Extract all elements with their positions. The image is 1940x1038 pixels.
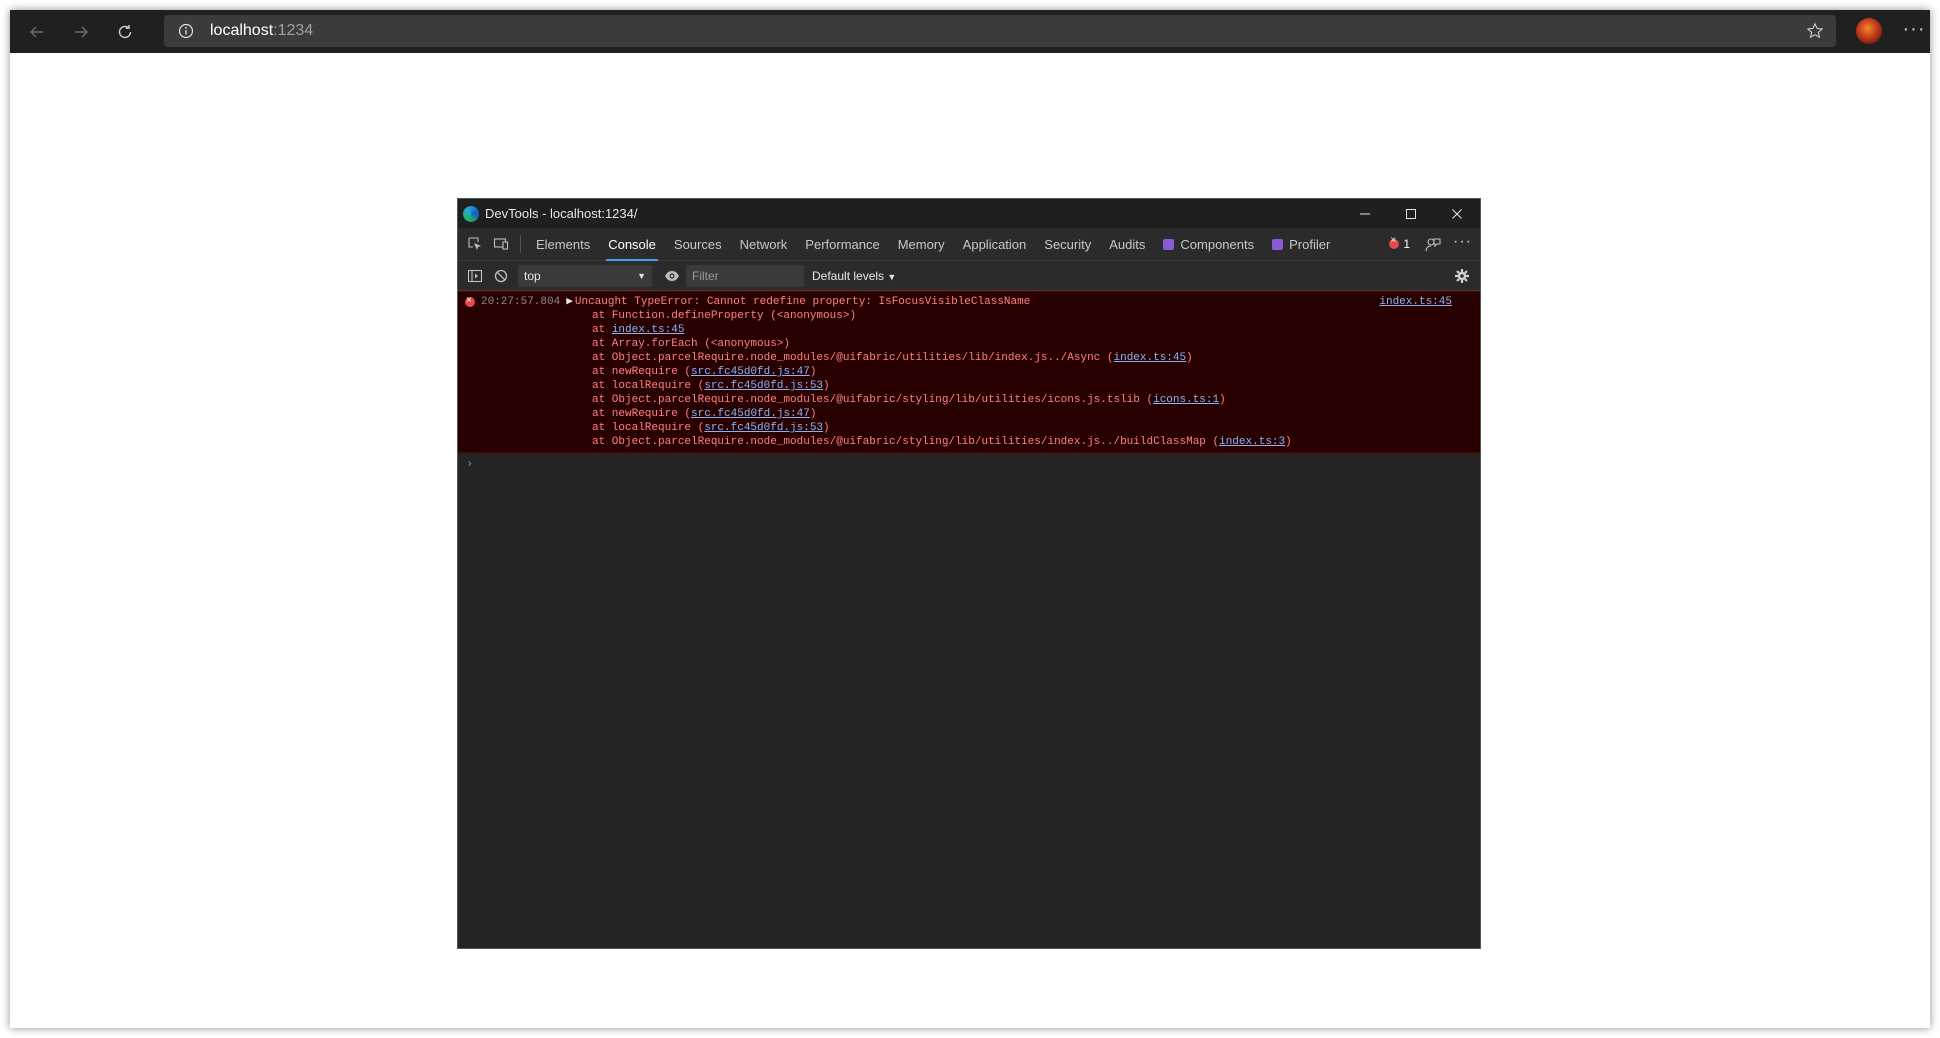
tab-security[interactable]: Security <box>1035 228 1100 261</box>
refresh-button[interactable] <box>103 10 147 53</box>
stack-trace: at Function.defineProperty (<anonymous>)… <box>458 309 1480 449</box>
error-source-link[interactable]: index.ts:45 <box>1379 295 1452 309</box>
stack-source-link[interactable]: src.fc45d0fd.js:47 <box>691 408 810 420</box>
back-button[interactable] <box>15 10 59 53</box>
more-options-icon[interactable]: ··· <box>1453 233 1472 251</box>
dropdown-arrow-icon: ▼ <box>887 271 897 282</box>
error-icon <box>1389 235 1400 249</box>
tab-memory[interactable]: Memory <box>889 228 954 261</box>
tab-network[interactable]: Network <box>731 228 797 261</box>
maximize-button[interactable] <box>1388 199 1434 228</box>
back-arrow-icon <box>30 26 43 37</box>
console-error-message[interactable]: 20:27:57.804 ▶ Uncaught TypeError: Canno… <box>458 291 1480 453</box>
stack-frame: at Object.parcelRequire.node_modules/@ui… <box>592 436 1292 448</box>
stack-frame: at Object.parcelRequire.node_modules/@ui… <box>592 352 1193 364</box>
clear-console-icon <box>494 269 508 282</box>
device-emulation-icon <box>493 238 509 250</box>
devtools-title: DevTools - localhost:1234/ <box>485 206 638 221</box>
context-value: top <box>524 268 541 283</box>
show-sidebar-button[interactable] <box>462 259 488 292</box>
dropdown-arrow-icon: ▼ <box>637 270 646 281</box>
inspect-element-button[interactable] <box>462 228 488 261</box>
gear-icon[interactable] <box>1454 268 1470 284</box>
context-selector[interactable]: top ▼ <box>518 264 652 287</box>
close-button[interactable] <box>1434 199 1480 228</box>
error-count-badge[interactable]: 1 <box>1389 235 1410 251</box>
devtools-titlebar: DevTools - localhost:1234/ <box>458 199 1480 228</box>
stack-source-link[interactable]: src.fc45d0fd.js:53 <box>704 422 823 434</box>
stack-source-link[interactable]: index.ts:45 <box>612 324 685 336</box>
tab-performance[interactable]: Performance <box>796 228 888 261</box>
stack-frame: at Function.defineProperty (<anonymous>) <box>592 310 857 322</box>
tab-console[interactable]: Console <box>599 228 665 261</box>
live-expression-eye-icon[interactable] <box>664 268 680 284</box>
forward-arrow-icon <box>75 26 88 37</box>
stack-source-link[interactable]: index.ts:45 <box>1114 352 1187 364</box>
stack-frame: at index.ts:45 <box>592 324 685 336</box>
filter-input[interactable] <box>686 264 804 287</box>
refresh-icon <box>118 24 132 38</box>
console-panel: 20:27:57.804 ▶ Uncaught TypeError: Canno… <box>458 291 1480 471</box>
stack-source-link[interactable]: index.ts:3 <box>1219 436 1285 448</box>
react-components-icon <box>1163 238 1175 250</box>
maximize-icon <box>1406 208 1416 219</box>
sidebar-toggle-icon <box>467 269 483 282</box>
forward-button[interactable] <box>59 10 103 53</box>
profile-avatar[interactable] <box>1856 18 1882 44</box>
url-host: localhost <box>210 22 274 39</box>
minimize-button[interactable] <box>1342 199 1388 228</box>
minimize-icon <box>1360 213 1370 214</box>
stack-frame: at newRequire (src.fc45d0fd.js:47) <box>592 408 817 420</box>
console-prompt[interactable]: › <box>466 457 1480 471</box>
stack-source-link[interactable]: src.fc45d0fd.js:47 <box>691 366 810 378</box>
url-port: :1234 <box>273 22 314 39</box>
tab-application[interactable]: Application <box>954 228 1036 261</box>
stack-frame: at localRequire (src.fc45d0fd.js:53) <box>592 380 830 392</box>
tab-profiler[interactable]: Profiler <box>1263 228 1339 261</box>
tab-sources[interactable]: Sources <box>665 228 731 261</box>
edge-logo-icon <box>463 205 479 222</box>
address-bar[interactable]: localhost:1234 <box>164 15 1836 47</box>
error-icon <box>465 294 475 308</box>
tab-audits[interactable]: Audits <box>1100 228 1154 261</box>
expand-triangle-icon[interactable]: ▶ <box>566 295 573 309</box>
clear-console-button[interactable] <box>488 259 514 292</box>
devtools-tabbar: Elements Console Sources Network Perform… <box>458 228 1480 261</box>
stack-source-link[interactable]: icons.ts:1 <box>1153 394 1219 406</box>
error-timestamp: 20:27:57.804 <box>481 296 561 308</box>
stack-source-link[interactable]: src.fc45d0fd.js:53 <box>704 380 823 392</box>
browser-menu-icon[interactable]: ··· <box>1900 18 1928 44</box>
stack-frame: at localRequire (src.fc45d0fd.js:53) <box>592 422 830 434</box>
react-profiler-icon <box>1272 238 1284 250</box>
info-icon[interactable] <box>178 23 194 39</box>
device-toolbar-button[interactable] <box>488 228 514 261</box>
devtools-window: DevTools - localhost:1234/ Elements Cons… <box>457 198 1481 949</box>
favorite-star-icon[interactable] <box>1806 22 1824 40</box>
feedback-icon[interactable] <box>1424 236 1442 254</box>
inspect-icon <box>468 237 481 250</box>
log-levels-dropdown[interactable]: Default levels ▼ <box>812 269 896 283</box>
stack-frame: at newRequire (src.fc45d0fd.js:47) <box>592 366 817 378</box>
console-toolbar: top ▼ Default levels ▼ <box>458 261 1480 291</box>
browser-toolbar: localhost:1234 ··· <box>10 10 1930 53</box>
error-text: Uncaught TypeError: Cannot redefine prop… <box>574 296 1031 308</box>
tab-components[interactable]: Components <box>1154 228 1263 261</box>
tab-separator <box>520 235 521 253</box>
stack-frame: at Array.forEach (<anonymous>) <box>592 338 791 350</box>
tab-elements[interactable]: Elements <box>527 228 599 261</box>
close-icon <box>1452 208 1462 219</box>
stack-frame: at Object.parcelRequire.node_modules/@ui… <box>592 394 1226 406</box>
